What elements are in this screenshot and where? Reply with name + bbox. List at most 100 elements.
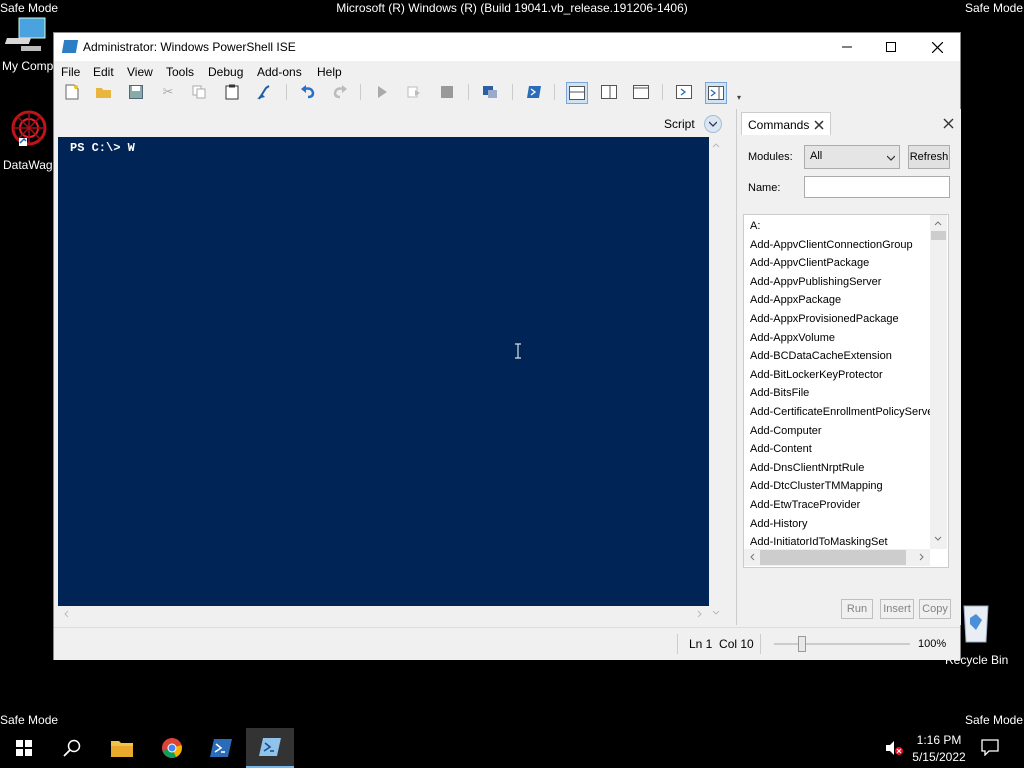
start-button[interactable] (0, 728, 48, 768)
command-list-item[interactable]: Add-BitLockerKeyProtector (750, 366, 933, 385)
windows-logo-icon (16, 740, 32, 756)
scroll-up-icon (934, 221, 942, 226)
commands-list-hscroll-thumb[interactable] (760, 550, 906, 565)
command-list-item[interactable]: A: (750, 217, 933, 236)
show-script-right-button[interactable] (599, 82, 619, 102)
cut-button[interactable]: ✂ (158, 82, 178, 102)
menu-view[interactable]: View (127, 65, 153, 79)
command-list-item[interactable]: Add-History (750, 515, 933, 534)
paste-button[interactable] (222, 82, 242, 102)
scroll-right-icon (919, 553, 924, 561)
console-pane[interactable]: PS C:\> W (58, 137, 709, 606)
powershell-icon (527, 86, 541, 98)
title-bar[interactable]: Administrator: Windows PowerShell ISE (54, 33, 960, 61)
commands-list-scroll-thumb[interactable] (931, 231, 946, 240)
commands-list-vertical-scrollbar[interactable] (930, 215, 947, 549)
close-button[interactable] (914, 33, 960, 61)
clock[interactable]: 1:16 PM 5/15/2022 (908, 732, 970, 766)
minimize-button[interactable] (824, 33, 870, 61)
new-file-icon (65, 84, 79, 100)
command-list-item[interactable]: Add-AppvClientPackage (750, 254, 933, 273)
menu-help[interactable]: Help (317, 65, 342, 79)
desktop-build-title: Microsoft (R) Windows (R) (Build 19041.v… (336, 1, 688, 15)
show-command-window-button[interactable] (674, 82, 694, 102)
show-script-pane-button[interactable] (704, 115, 722, 133)
command-list-item[interactable]: Add-CertificateEnrollmentPolicyServe (750, 403, 933, 422)
new-remote-tab-button[interactable] (480, 82, 500, 102)
commands-tab[interactable]: Commands (741, 112, 831, 135)
copy-button[interactable] (189, 82, 209, 102)
command-list-item[interactable]: Add-AppvPublishingServer (750, 273, 933, 292)
command-list-item[interactable]: Add-AppvClientConnectionGroup (750, 236, 933, 255)
show-script-top-button[interactable] (566, 82, 588, 104)
broom-icon (257, 85, 270, 100)
clock-date: 5/15/2022 (912, 750, 966, 764)
command-list-item[interactable]: Add-AppxPackage (750, 291, 933, 310)
desktop-icon-my-computer[interactable]: My Comp (0, 14, 54, 76)
show-script-maximized-button[interactable] (631, 82, 651, 102)
commands-pane: Commands Modules: All Refresh Name: A: Ad… (736, 109, 961, 625)
command-list-item[interactable]: Add-BitsFile (750, 384, 933, 403)
computer-icon (5, 17, 46, 51)
zoom-slider[interactable] (774, 636, 910, 652)
run-script-button[interactable] (372, 82, 392, 102)
console-horizontal-scrollbar[interactable] (58, 606, 709, 622)
taskbar-powershell[interactable] (197, 728, 245, 768)
cursor-position: Ln 1 Col 10 (689, 637, 754, 651)
maximize-button[interactable] (868, 33, 914, 61)
undo-button[interactable] (298, 82, 318, 102)
command-list-item[interactable]: Add-AppxVolume (750, 329, 933, 348)
taskbar-powershell-ise[interactable] (246, 728, 294, 768)
volume-muted-icon (886, 741, 903, 755)
command-list-item[interactable]: Add-DtcClusterTMMapping (750, 477, 933, 496)
volume-button[interactable] (884, 739, 904, 757)
desktop-icon-my-computer-label: My Comp (2, 59, 54, 73)
script-pane-header: Script (58, 113, 723, 137)
clear-console-button[interactable] (254, 82, 274, 102)
scroll-down-icon (934, 536, 942, 541)
command-list-item[interactable]: Add-DnsClientNrptRule (750, 459, 933, 478)
layout-maximized-icon (633, 85, 649, 99)
taskbar-file-explorer[interactable] (98, 728, 146, 768)
open-button[interactable] (94, 82, 114, 102)
powershell-ise-window: Administrator: Windows PowerShell ISE Fi… (54, 33, 961, 660)
redo-icon (333, 85, 347, 99)
menu-debug[interactable]: Debug (208, 65, 243, 79)
redo-button[interactable] (330, 82, 350, 102)
menu-edit[interactable]: Edit (93, 65, 114, 79)
command-list-item[interactable]: Add-Content (750, 440, 933, 459)
toolbar-overflow-button[interactable]: ▾ (734, 87, 744, 107)
datawagon-icon (11, 110, 47, 146)
name-search-input[interactable] (804, 176, 950, 198)
insert-button[interactable]: Insert (880, 599, 914, 619)
start-powershell-button[interactable] (524, 82, 544, 102)
text-cursor-icon (515, 343, 521, 359)
command-list-item[interactable]: Add-Computer (750, 422, 933, 441)
show-command-addon-button[interactable] (705, 82, 727, 104)
run-button[interactable]: Run (841, 599, 873, 619)
save-button[interactable] (126, 82, 146, 102)
search-button[interactable] (48, 728, 96, 768)
copy-command-button[interactable]: Copy (919, 599, 951, 619)
layout-right-icon (601, 85, 617, 99)
modules-dropdown[interactable]: All (804, 145, 900, 169)
refresh-button[interactable]: Refresh (908, 145, 950, 169)
command-list-item[interactable]: Add-BCDataCacheExtension (750, 347, 933, 366)
menu-file[interactable]: File (61, 65, 80, 79)
close-tab-icon[interactable] (814, 120, 824, 130)
taskbar-chrome[interactable] (148, 728, 196, 768)
menu-tools[interactable]: Tools (166, 65, 194, 79)
command-list-item[interactable]: Add-AppxProvisionedPackage (750, 310, 933, 329)
new-script-button[interactable] (62, 82, 82, 102)
menu-addons[interactable]: Add-ons (257, 65, 302, 79)
action-center-button[interactable] (980, 738, 1002, 758)
commands-list[interactable]: A: Add-AppvClientConnectionGroup Add-AppvC… (743, 214, 949, 568)
desktop-icon-datawagon[interactable]: DataWago (0, 106, 59, 176)
stop-button[interactable] (437, 82, 457, 102)
command-list-item[interactable]: Add-EtwTraceProvider (750, 496, 933, 515)
console-vertical-scrollbar[interactable] (709, 137, 723, 623)
commands-list-horizontal-scrollbar[interactable] (744, 549, 930, 566)
close-pane-icon[interactable] (943, 118, 954, 129)
run-selection-button[interactable] (404, 82, 424, 102)
zoom-slider-thumb[interactable] (798, 636, 806, 652)
